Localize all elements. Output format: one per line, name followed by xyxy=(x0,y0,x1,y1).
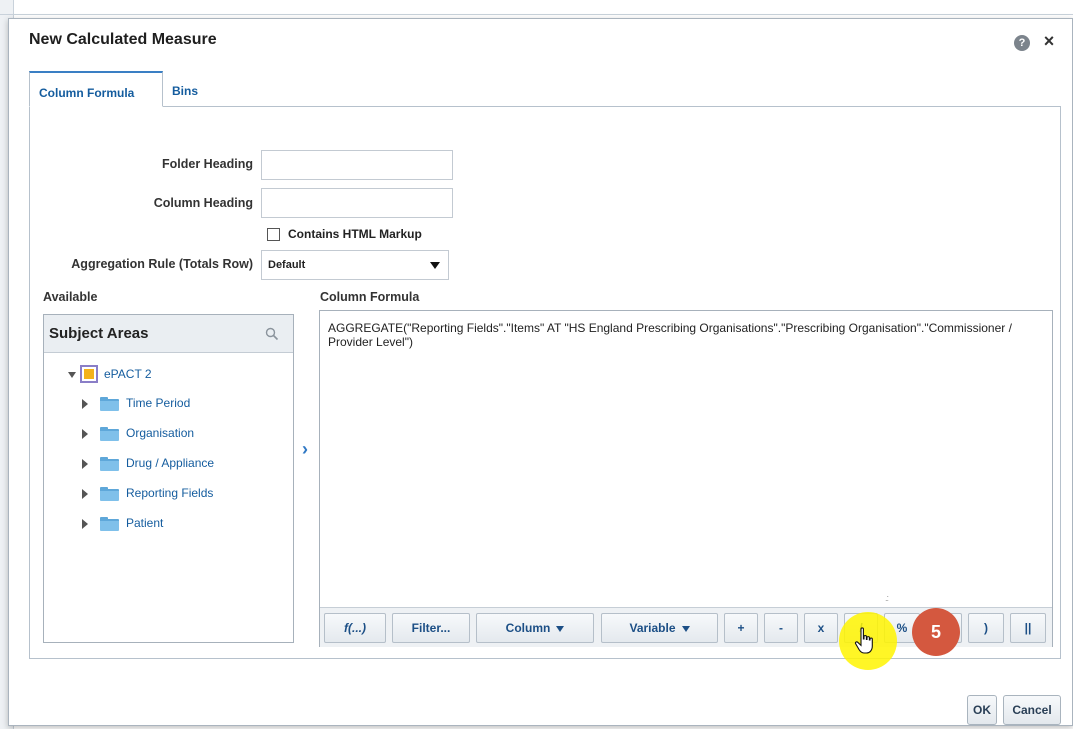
tree-root-epact2[interactable]: ePACT 2 xyxy=(44,363,284,385)
column-button-label: Column xyxy=(505,621,551,635)
folder-heading-input[interactable] xyxy=(261,150,453,180)
folder-icon xyxy=(100,457,119,471)
minus-operator-button[interactable]: - xyxy=(764,613,798,643)
expand-arrow-icon[interactable] xyxy=(82,399,88,409)
tab-content-panel: Folder Heading Column Heading Contains H… xyxy=(29,106,1061,659)
tree-item-label: Reporting Fields xyxy=(126,486,214,500)
close-icon[interactable]: × xyxy=(1040,31,1058,51)
plus-operator-button[interactable]: + xyxy=(724,613,758,643)
subject-areas-header: Subject Areas xyxy=(44,315,293,353)
filter-button[interactable]: Filter... xyxy=(392,613,470,643)
function-button[interactable]: f(...) xyxy=(324,613,386,643)
tree-item-label: Organisation xyxy=(126,426,195,440)
dialog-title: New Calculated Measure xyxy=(29,31,217,48)
formula-text[interactable]: AGGREGATE("Reporting Fields"."Items" AT … xyxy=(328,321,1028,349)
subject-areas-title: Subject Areas xyxy=(49,325,149,342)
tree-item-patient[interactable]: Patient xyxy=(44,513,284,535)
expand-arrow-icon[interactable] xyxy=(82,459,88,469)
help-icon[interactable]: ? xyxy=(1014,35,1030,51)
folder-icon xyxy=(100,487,119,501)
expand-arrow-icon[interactable] xyxy=(82,429,88,439)
aggregation-rule-label: Aggregation Rule (Totals Row) xyxy=(71,257,253,271)
multiply-operator-button[interactable]: x xyxy=(804,613,838,643)
folder-icon xyxy=(100,397,119,411)
folder-icon xyxy=(100,427,119,441)
available-label: Available xyxy=(43,290,98,304)
aggregation-rule-value: Default xyxy=(268,259,306,271)
variable-button-label: Variable xyxy=(629,621,676,635)
aggregation-rule-select[interactable]: Default xyxy=(261,250,449,280)
ok-button[interactable]: OK xyxy=(967,695,997,725)
tree-item-time-period[interactable]: Time Period xyxy=(44,393,284,415)
dialog-header: New Calculated Measure ? × xyxy=(9,19,1072,67)
insert-column-arrow-icon[interactable]: › xyxy=(297,440,313,458)
column-formula-editor[interactable]: AGGREGATE("Reporting Fields"."Items" AT … xyxy=(319,310,1053,647)
folder-icon xyxy=(100,517,119,531)
pointer-hand-icon xyxy=(854,627,873,654)
tree-item-drug-appliance[interactable]: Drug / Appliance xyxy=(44,453,284,475)
contains-html-label[interactable]: Contains HTML Markup xyxy=(288,227,422,241)
tree-item-label: Patient xyxy=(126,516,164,530)
tree-item-label: Time Period xyxy=(126,396,191,410)
caret-down-icon xyxy=(681,625,690,632)
variable-dropdown-button[interactable]: Variable xyxy=(601,613,718,643)
step-number-badge: 5 xyxy=(912,608,960,656)
concat-operator-button[interactable]: || xyxy=(1010,613,1046,643)
subject-area-icon xyxy=(80,365,98,383)
tree-item-organisation[interactable]: Organisation xyxy=(44,423,284,445)
background-window-divider xyxy=(0,14,1073,15)
collapse-arrow-icon[interactable] xyxy=(68,372,76,378)
contains-html-checkbox[interactable] xyxy=(267,228,280,241)
cancel-button[interactable]: Cancel xyxy=(1003,695,1061,725)
dropdown-arrow-icon xyxy=(430,262,440,269)
folder-heading-label: Folder Heading xyxy=(162,157,253,171)
column-formula-label: Column Formula xyxy=(320,290,420,304)
search-icon[interactable] xyxy=(265,327,279,341)
expand-arrow-icon[interactable] xyxy=(82,519,88,529)
close-paren-button[interactable]: ) xyxy=(968,613,1004,643)
tree-item-reporting-fields[interactable]: Reporting Fields xyxy=(44,483,284,505)
tree-item-label: Drug / Appliance xyxy=(126,456,215,470)
tree-root-label: ePACT 2 xyxy=(104,367,152,381)
tab-bins[interactable]: Bins xyxy=(163,71,209,107)
column-heading-label: Column Heading xyxy=(153,196,253,210)
column-heading-input[interactable] xyxy=(261,188,453,218)
column-dropdown-button[interactable]: Column xyxy=(476,613,594,643)
expand-arrow-icon[interactable] xyxy=(82,489,88,499)
resize-grip-icon[interactable]: .: xyxy=(885,593,889,603)
subject-areas-panel: Subject Areas ePACT 2 Time Period Organi… xyxy=(43,314,294,643)
new-calculated-measure-dialog: New Calculated Measure ? × Column Formul… xyxy=(8,18,1073,726)
caret-down-icon xyxy=(556,625,565,632)
tab-column-formula[interactable]: Column Formula xyxy=(29,71,163,107)
